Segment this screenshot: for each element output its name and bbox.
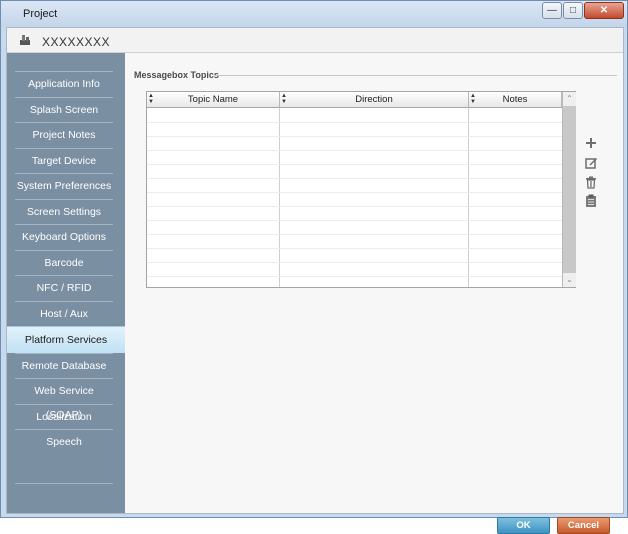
group-title: Messagebox Topics: [134, 70, 219, 80]
close-icon: ✕: [599, 5, 609, 16]
window-title: Project: [23, 8, 58, 20]
sidebar-item-nfc-rfid[interactable]: NFC / RFID: [15, 275, 113, 300]
group-divider: [215, 75, 617, 76]
sidebar-item-barcode[interactable]: Barcode: [15, 250, 113, 275]
sidebar-item-screen-settings[interactable]: Screen Settings: [15, 199, 113, 224]
delete-topic-button[interactable]: [583, 174, 599, 190]
table-row: [147, 276, 562, 277]
sidebar-item-system-preferences[interactable]: System Preferences: [15, 173, 113, 198]
project-header: XXXXXXXX: [7, 28, 623, 53]
sidebar-divider: [15, 483, 113, 484]
sidebar-item-project-notes[interactable]: Project Notes: [15, 122, 113, 147]
sidebar-item-application-info[interactable]: Application Info: [15, 71, 113, 96]
table-row: [147, 220, 562, 221]
edit-topic-button[interactable]: [583, 154, 599, 170]
column-header-label: Notes: [502, 94, 528, 105]
sidebar-item-splash-screen[interactable]: Splash Screen: [15, 97, 113, 122]
add-topic-button[interactable]: [583, 135, 599, 151]
sidebar-item-target-device[interactable]: Target Device: [15, 148, 113, 173]
table-row: [147, 150, 562, 151]
sort-icon: ▲ ▼: [148, 93, 154, 105]
chevron-down-icon: ⌄: [566, 275, 573, 284]
project-name: XXXXXXXX: [42, 35, 111, 49]
topics-grid[interactable]: ▲ ▼ Topic Name ▲ ▼ Direction ▲ ▼ Notes ⌃…: [146, 91, 576, 288]
delete-icon: [586, 176, 596, 189]
table-row: [147, 178, 562, 179]
project-window: Project — □ ✕ XXXXXXXX Application Info …: [0, 0, 628, 534]
table-row: [147, 206, 562, 207]
sidebar-item-host-aux[interactable]: Host / Aux: [15, 301, 113, 326]
maximize-icon: □: [569, 5, 577, 16]
sort-icon: ▲ ▼: [281, 93, 287, 105]
table-row: [147, 234, 562, 235]
scroll-up-button[interactable]: ⌃: [563, 92, 576, 106]
column-header-direction[interactable]: ▲ ▼ Direction: [280, 92, 469, 108]
table-row: [147, 262, 562, 263]
edit-icon: [584, 157, 597, 169]
column-divider: [279, 108, 280, 287]
sidebar-item-localization[interactable]: Localization: [15, 404, 113, 429]
sidebar-item-web-service-soap[interactable]: Web Service (SOAP): [15, 378, 113, 421]
project-icon: [20, 35, 30, 45]
cancel-button[interactable]: Cancel: [557, 517, 610, 534]
title-bar[interactable]: Project — □ ✕: [1, 1, 627, 27]
paste-topic-button[interactable]: [583, 193, 599, 209]
main-panel: Messagebox Topics ▲ ▼ Topic Name ▲ ▼ Direc…: [125, 53, 623, 534]
sidebar-item-remote-database[interactable]: Remote Database: [15, 353, 113, 378]
vertical-scrollbar[interactable]: ⌃ ⌄: [562, 92, 576, 287]
dialog-body: XXXXXXXX Application Info Splash Screen …: [6, 27, 624, 534]
scroll-down-button[interactable]: ⌄: [563, 273, 576, 287]
sidebar: Application Info Splash Screen Project N…: [7, 53, 125, 513]
column-divider: [468, 108, 469, 287]
maximize-button[interactable]: □: [563, 2, 583, 19]
paste-icon: [586, 194, 596, 207]
sidebar-item-platform-services[interactable]: Platform Services: [7, 326, 125, 353]
table-row: [147, 248, 562, 249]
minimize-button[interactable]: —: [542, 2, 562, 19]
sidebar-item-keyboard-options[interactable]: Keyboard Options: [15, 224, 113, 249]
close-button[interactable]: ✕: [584, 2, 624, 19]
table-row: [147, 164, 562, 165]
table-row: [147, 122, 562, 123]
sort-icon: ▲ ▼: [470, 93, 476, 105]
ok-button[interactable]: OK: [497, 517, 550, 534]
sidebar-item-speech[interactable]: Speech: [15, 429, 113, 454]
table-row: [147, 192, 562, 193]
add-icon: [586, 138, 596, 148]
chevron-up-icon: ⌃: [566, 94, 573, 103]
column-header-notes[interactable]: ▲ ▼ Notes: [469, 92, 562, 108]
column-header-label: Topic Name: [187, 94, 239, 105]
table-row: [147, 136, 562, 137]
minimize-icon: —: [547, 5, 557, 16]
column-header-label: Direction: [355, 94, 393, 105]
column-header-topic-name[interactable]: ▲ ▼ Topic Name: [147, 92, 280, 108]
